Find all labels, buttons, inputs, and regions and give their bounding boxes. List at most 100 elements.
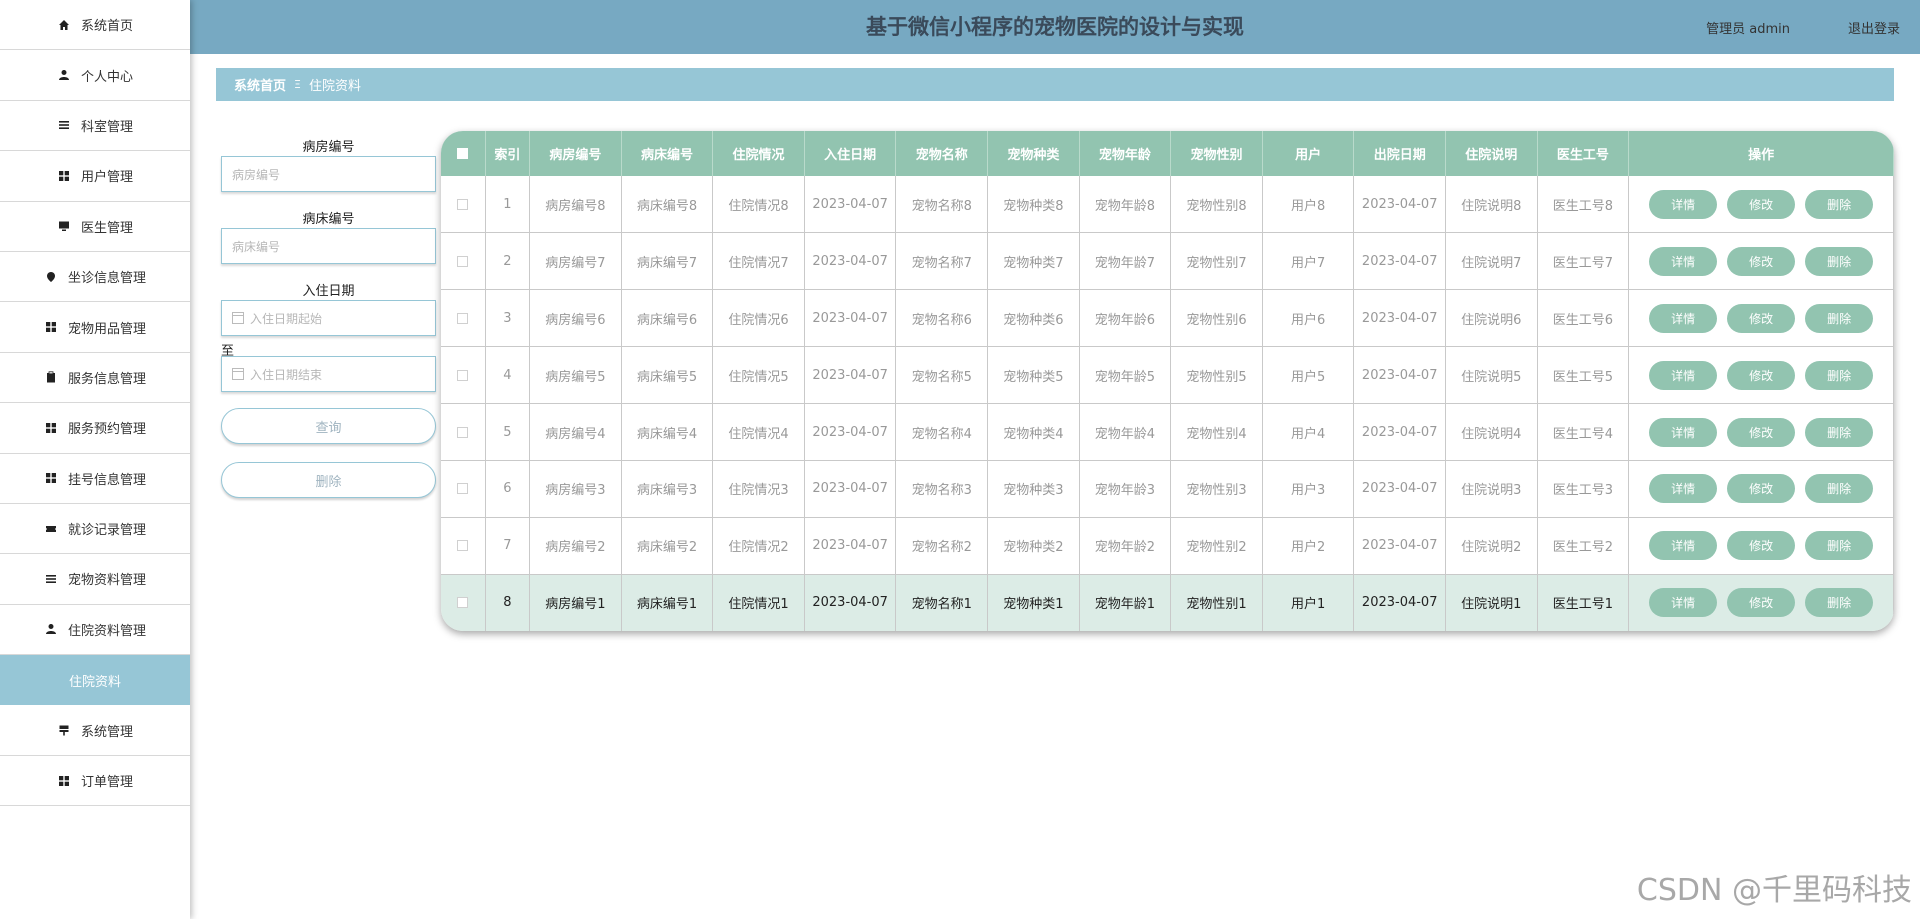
row-select-cell[interactable]: [441, 517, 486, 575]
calendar-icon: [232, 312, 244, 324]
pin-icon: [44, 270, 58, 284]
detail-button[interactable]: 详情: [1649, 360, 1718, 390]
signpost-icon: [57, 723, 71, 737]
detail-button[interactable]: 详情: [1649, 303, 1718, 333]
edit-button[interactable]: 修改: [1727, 303, 1796, 333]
row-select-cell[interactable]: [441, 346, 486, 405]
table-cell: 病房编号7: [529, 232, 622, 291]
breadcrumb-separator: Ξ: [294, 78, 301, 91]
bed-number-input[interactable]: 病床编号: [221, 228, 436, 264]
delete-button[interactable]: 删除: [1805, 588, 1874, 618]
column-header: 出院日期: [1353, 131, 1446, 176]
table-cell: 病房编号3: [529, 460, 622, 518]
delete-button[interactable]: 删除: [1805, 360, 1874, 390]
sidebar-item-7[interactable]: 服务信息管理: [0, 353, 190, 404]
sidebar-item-3[interactable]: 用户管理: [0, 151, 190, 202]
detail-button[interactable]: 详情: [1649, 588, 1718, 618]
row-select-cell[interactable]: [441, 232, 486, 291]
table-cell: 用户5: [1262, 346, 1355, 405]
select-all-cell[interactable]: [441, 131, 486, 176]
row-checkbox[interactable]: [457, 369, 469, 381]
sidebar-item-4[interactable]: 医生管理: [0, 202, 190, 252]
sidebar-item-15[interactable]: 订单管理: [0, 756, 190, 807]
sidebar-item-12[interactable]: 住院资料管理: [0, 605, 190, 656]
sidebar-item-2[interactable]: 科室管理: [0, 101, 190, 152]
detail-button[interactable]: 详情: [1649, 246, 1718, 276]
row-checkbox[interactable]: [457, 597, 469, 609]
sidebar-item-1[interactable]: 个人中心: [0, 50, 190, 101]
table-row: 3 病房编号6 病床编号6 住院情况6 2023-04-07 宠物名称6 宠物种类6 宠物年龄…: [441, 289, 1894, 348]
table-cell: 2023-04-07: [804, 346, 897, 405]
edit-button[interactable]: 修改: [1727, 531, 1796, 561]
list-icon: [57, 118, 71, 132]
logout-link[interactable]: 退出登录: [1848, 18, 1900, 37]
sidebar-item-label: 挂号信息管理: [67, 472, 146, 488]
edit-button[interactable]: 修改: [1727, 189, 1796, 219]
edit-button[interactable]: 修改: [1727, 246, 1796, 276]
detail-button[interactable]: 详情: [1649, 531, 1718, 561]
column-header: 入住日期: [804, 131, 897, 176]
detail-button[interactable]: 详情: [1649, 417, 1718, 447]
table-cell: 医生工号2: [1537, 517, 1630, 575]
table-cell: 宠物种类5: [987, 346, 1080, 405]
row-select-cell[interactable]: [441, 176, 486, 234]
row-checkbox[interactable]: [457, 198, 469, 210]
sidebar-item-0[interactable]: 系统首页: [0, 0, 190, 51]
sidebar-item-5[interactable]: 坐诊信息管理: [0, 252, 190, 303]
row-select-cell[interactable]: [441, 403, 486, 461]
table-cell: 2023-04-07: [804, 232, 897, 291]
clipboard-icon: [44, 370, 58, 384]
table-cell: 住院说明6: [1445, 289, 1538, 348]
delete-button[interactable]: 删除: [1805, 417, 1874, 447]
delete-button[interactable]: 删除: [1805, 474, 1874, 504]
table-cell: 宠物名称6: [895, 289, 989, 348]
checkin-date-label: 入住日期: [302, 284, 355, 299]
checkin-date-start-input[interactable]: 入住日期起始: [221, 300, 436, 336]
delete-button[interactable]: 删除: [1805, 303, 1874, 333]
row-select-cell[interactable]: [441, 289, 486, 348]
table-cell: 2023-04-07: [1353, 289, 1446, 348]
table-cell: 7: [485, 517, 531, 575]
column-header: 医生工号: [1537, 131, 1630, 176]
table-cell: 病房编号8: [529, 176, 622, 234]
row-select-cell[interactable]: [441, 460, 486, 518]
delete-button[interactable]: 删除: [1805, 246, 1874, 276]
query-button[interactable]: 查询: [221, 408, 436, 444]
sidebar-item-8[interactable]: 服务预约管理: [0, 403, 190, 454]
select-all-checkbox[interactable]: [457, 148, 469, 159]
sidebar-item-13[interactable]: 住院资料: [0, 655, 190, 706]
row-select-cell[interactable]: [441, 574, 486, 631]
delete-button[interactable]: 删除: [1805, 189, 1874, 219]
breadcrumb-current: 住院资料: [308, 79, 361, 94]
table-cell: 宠物名称1: [895, 574, 989, 631]
edit-button[interactable]: 修改: [1727, 360, 1796, 390]
edit-button[interactable]: 修改: [1727, 588, 1796, 618]
edit-button[interactable]: 修改: [1727, 474, 1796, 504]
page-title: 基于微信小程序的宠物医院的设计与实现: [866, 15, 1244, 39]
delete-button[interactable]: 删除: [1805, 531, 1874, 561]
detail-button[interactable]: 详情: [1649, 189, 1718, 219]
room-number-input[interactable]: 病房编号: [221, 156, 436, 192]
table-cell: 4: [485, 346, 531, 405]
row-checkbox[interactable]: [457, 255, 469, 267]
watermark: CSDN @千里码科技: [1636, 873, 1912, 908]
checkin-date-end-input[interactable]: 入住日期结束: [221, 356, 436, 392]
detail-button[interactable]: 详情: [1649, 474, 1718, 504]
actions-cell: 详情 修改 删除: [1628, 574, 1894, 631]
row-checkbox[interactable]: [457, 312, 469, 324]
table-cell: 宠物种类4: [987, 403, 1080, 461]
sidebar-item-10[interactable]: 就诊记录管理: [0, 504, 190, 555]
table-cell: 宠物名称3: [895, 460, 989, 518]
table-cell: 病床编号4: [621, 403, 714, 461]
row-checkbox[interactable]: [457, 483, 469, 495]
sidebar-item-14[interactable]: 系统管理: [0, 705, 190, 756]
sidebar-item-9[interactable]: 挂号信息管理: [0, 454, 190, 504]
batch-delete-button[interactable]: 删除: [221, 462, 436, 498]
sidebar-item-6[interactable]: 宠物用品管理: [0, 302, 190, 353]
row-checkbox[interactable]: [457, 426, 469, 438]
breadcrumb-home[interactable]: 系统首页: [234, 75, 286, 94]
row-checkbox[interactable]: [457, 540, 469, 552]
sidebar-item-label: 住院资料管理: [67, 623, 146, 639]
sidebar-item-11[interactable]: 宠物资料管理: [0, 554, 190, 605]
edit-button[interactable]: 修改: [1727, 417, 1796, 447]
